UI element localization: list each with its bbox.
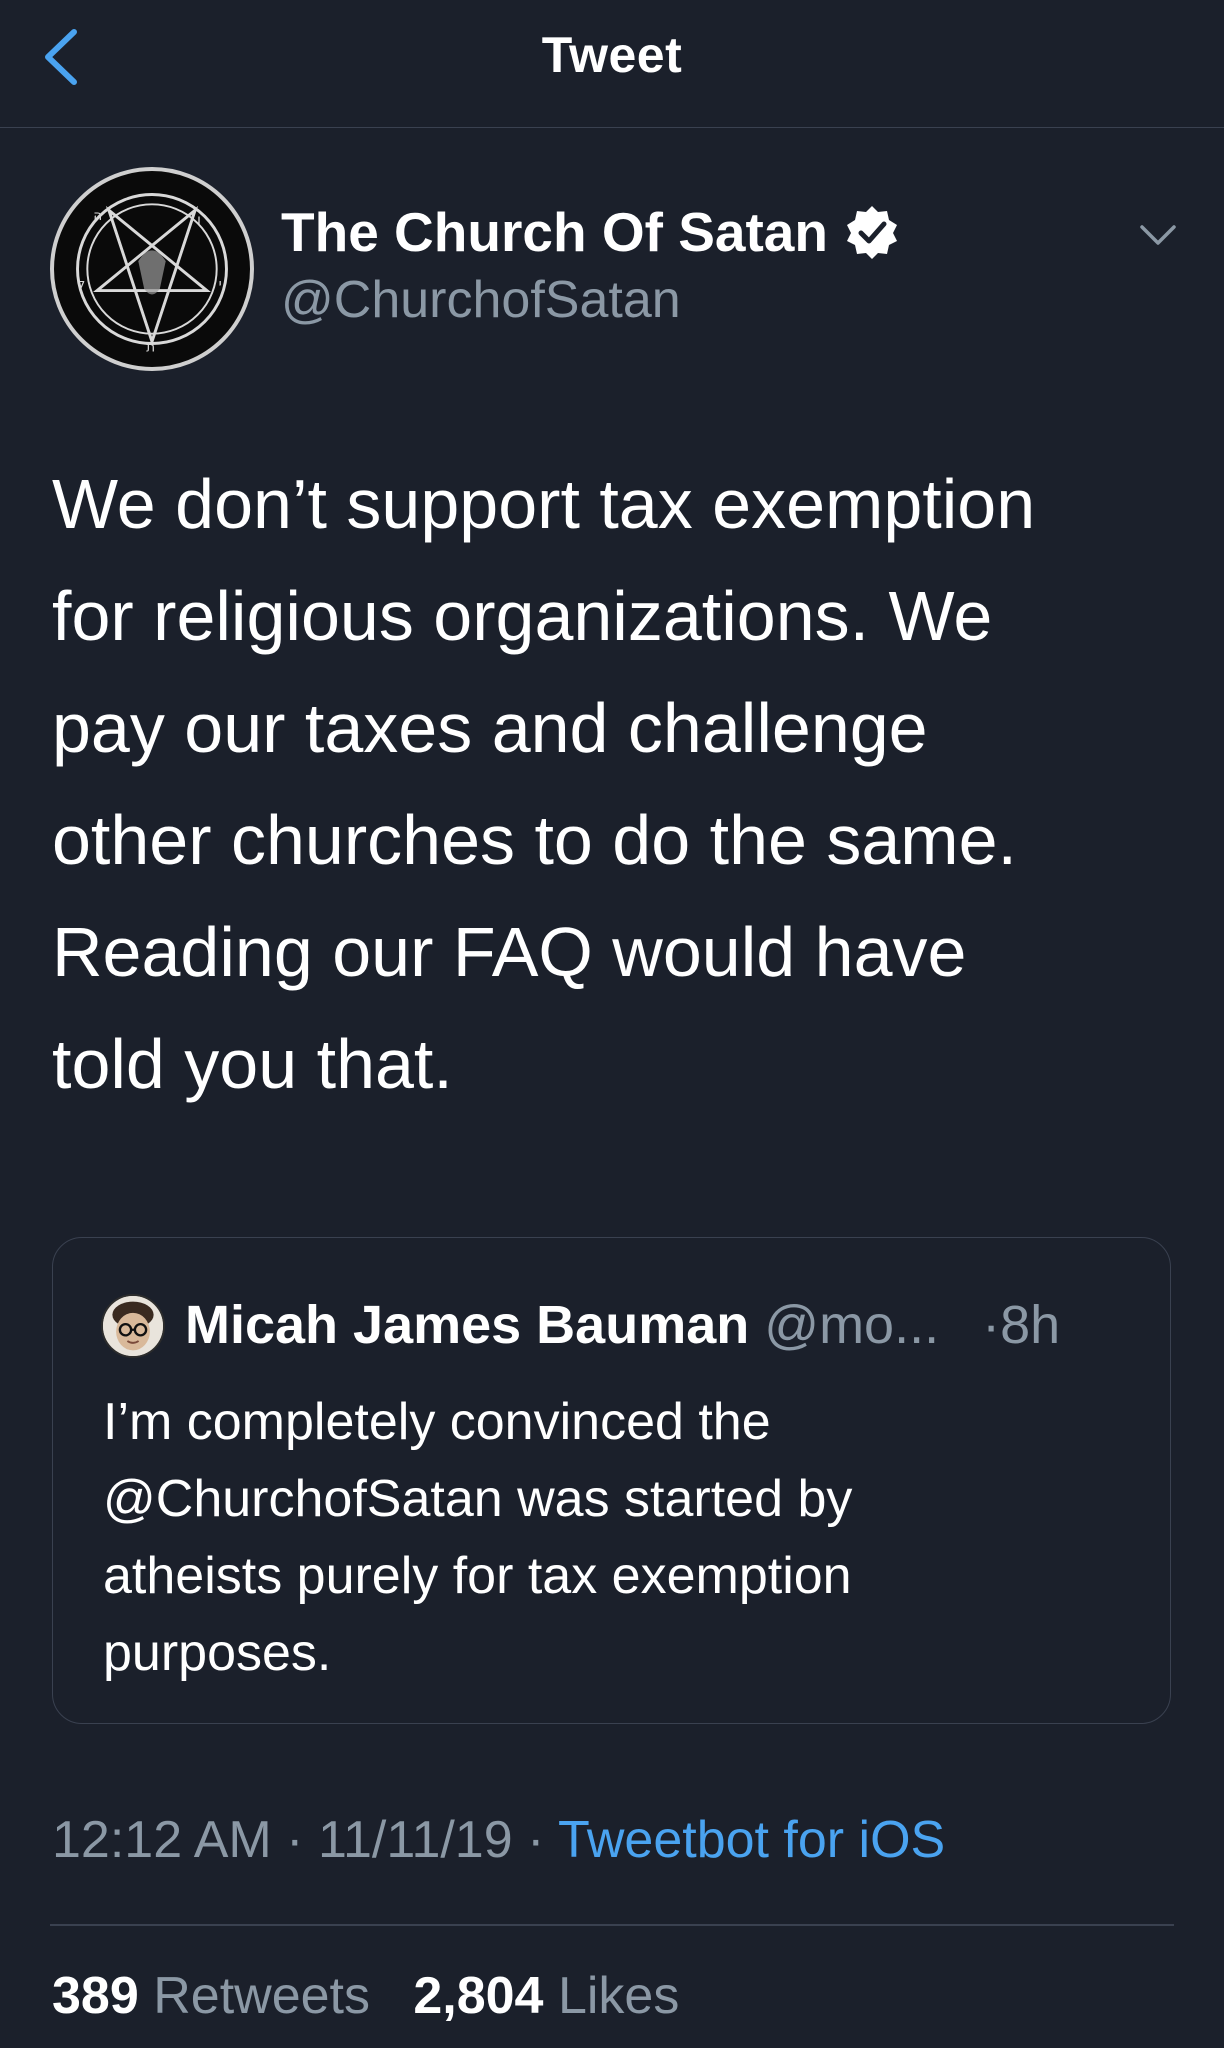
retweets-label: Retweets xyxy=(153,1967,370,2025)
tweet-text-line: told you that. xyxy=(52,1025,453,1103)
author-name[interactable]: The Church Of Satan xyxy=(281,200,900,264)
likes-count: 2,804 xyxy=(413,1967,544,2025)
pentagram-sigil-icon: ה ו ל י ת xyxy=(76,193,228,355)
quoted-author-avatar xyxy=(101,1294,165,1358)
tweet-text-line: for religious organizations. We xyxy=(52,577,993,655)
tweet-text-line: Reading our FAQ would have xyxy=(52,913,967,991)
tweet-text-line: pay our taxes and challenge xyxy=(52,689,928,767)
svg-text:ה: ה xyxy=(93,208,102,224)
divider xyxy=(50,1924,1174,1926)
quoted-tweet-time: ·8h xyxy=(982,1295,1061,1355)
quoted-text-line: I’m completely convinced the xyxy=(103,1393,771,1451)
tweet-text-line: We don’t support tax exemption xyxy=(52,465,1036,543)
meta-separator: · xyxy=(286,1811,304,1869)
svg-text:ת: ת xyxy=(146,339,155,355)
author-handle[interactable]: @ChurchofSatan xyxy=(281,270,681,330)
top-bar: Tweet xyxy=(0,0,1224,128)
author-avatar[interactable]: ה ו ל י ת xyxy=(50,167,254,371)
svg-text:ל: ל xyxy=(78,277,86,293)
tweet-text: We don’t support tax exemption for relig… xyxy=(52,448,1182,1120)
author-name-text: The Church Of Satan xyxy=(281,201,828,263)
retweets-stat[interactable]: 389 Retweets xyxy=(52,1967,384,2025)
quoted-tweet-card[interactable]: Micah James Bauman @mo... ·8h I’m comple… xyxy=(52,1237,1171,1724)
meta-separator: · xyxy=(527,1811,545,1869)
tweet-detail-screen: Tweet ה ו ל י ת The Church Of Satan @Chu… xyxy=(0,0,1224,2048)
likes-label: Likes xyxy=(557,1967,680,2025)
tweet-stats: 389 Retweets 2,804 Likes xyxy=(52,1966,679,2026)
tweet-text-line: other churches to do the same. xyxy=(52,801,1017,879)
tweet-source-link[interactable]: Tweetbot for iOS xyxy=(558,1811,945,1869)
chevron-down-icon xyxy=(1140,225,1176,245)
person-avatar-icon xyxy=(103,1296,163,1356)
quoted-text-line: purposes. xyxy=(103,1624,332,1682)
svg-text:ו: ו xyxy=(197,212,201,228)
quoted-tweet-header: Micah James Bauman @mo... ·8h xyxy=(185,1294,1060,1356)
likes-stat[interactable]: 2,804 Likes xyxy=(413,1967,679,2025)
tweet-meta: 12:12 AM · 11/11/19 · Tweetbot for iOS xyxy=(52,1810,945,1870)
quoted-text-line: @ChurchofSatan was started by xyxy=(103,1470,853,1528)
page-title: Tweet xyxy=(541,27,683,83)
tweet-date: 11/11/19 xyxy=(317,1811,513,1869)
quoted-tweet-text: I’m completely convinced the @ChurchofSa… xyxy=(103,1384,1113,1692)
quoted-author-name: Micah James Bauman xyxy=(185,1295,750,1355)
svg-text:י: י xyxy=(219,277,222,293)
verified-badge-icon xyxy=(847,206,897,259)
retweets-count: 389 xyxy=(52,1967,139,2025)
more-options-button[interactable] xyxy=(1136,218,1180,252)
tweet-time: 12:12 AM xyxy=(52,1811,272,1869)
quoted-author-handle: @mo... xyxy=(764,1295,940,1355)
quoted-text-line: atheists purely for tax exemption xyxy=(103,1547,852,1605)
